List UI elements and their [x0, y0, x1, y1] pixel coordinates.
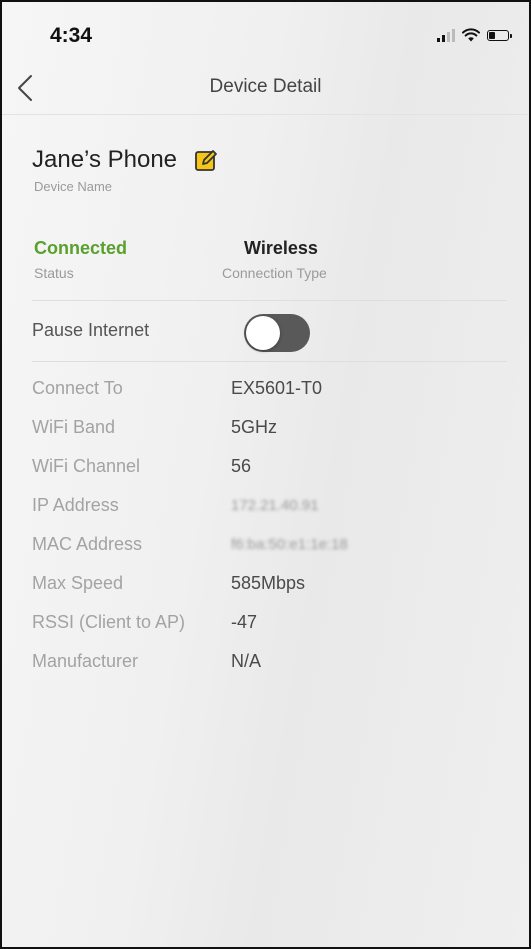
status-label: Status [34, 265, 74, 281]
detail-row-max-speed: Max Speed 585Mbps [32, 571, 507, 610]
detail-label: Manufacturer [32, 651, 139, 671]
detail-row-mac-address: MAC Address f6:ba:50:e1:1e:18 [32, 532, 507, 571]
status-time: 4:34 [50, 24, 93, 47]
edit-icon[interactable] [195, 148, 219, 172]
detail-value: -47 [231, 612, 258, 632]
battery-icon [487, 29, 512, 41]
connection-type-label: Connection Type [222, 265, 327, 281]
detail-row-manufacturer: Manufacturer N/A [32, 649, 507, 688]
status-block: Connected Status [34, 238, 127, 281]
phone-screen: 4:34 Device Detail Jane’s Phone Device N… [0, 0, 531, 949]
detail-value: EX5601-T0 [231, 378, 323, 398]
pause-internet-label: Pause Internet [32, 320, 150, 340]
detail-row-wifi-channel: WiFi Channel 56 [32, 454, 507, 493]
detail-value: 585Mbps [231, 573, 306, 593]
detail-label: WiFi Band [32, 417, 116, 437]
detail-value: 5GHz [231, 417, 278, 437]
divider [32, 361, 507, 362]
detail-label: MAC Address [32, 534, 143, 554]
detail-value: N/A [231, 651, 262, 671]
status-bar: 4:34 [2, 2, 529, 64]
details-list: Connect To EX5601-T0 WiFi Band 5GHz WiFi… [32, 376, 507, 688]
toggle-knob [246, 316, 280, 350]
detail-value: 172.21.40.91 [231, 497, 319, 514]
device-name-label: Device Name [34, 179, 113, 194]
detail-value: 56 [231, 456, 252, 476]
detail-row-connect-to: Connect To EX5601-T0 [32, 376, 507, 415]
detail-row-wifi-band: WiFi Band 5GHz [32, 415, 507, 454]
pause-internet-toggle[interactable] [244, 314, 310, 352]
nav-bar: Device Detail [2, 64, 529, 115]
page-title: Device Detail [209, 76, 322, 97]
device-name: Jane’s Phone [32, 146, 178, 173]
detail-value: f6:ba:50:e1:1e:18 [231, 536, 348, 553]
pause-internet-row: Pause Internet [32, 314, 507, 354]
battery-level [489, 31, 495, 39]
connection-type-value: Wireless [244, 238, 318, 258]
detail-label: RSSI (Client to AP) [32, 612, 186, 632]
detail-label: Max Speed [32, 573, 124, 593]
wifi-icon [462, 28, 480, 42]
connection-type-block: Wireless Connection Type [222, 238, 327, 281]
divider [32, 300, 507, 301]
signal-icon [437, 28, 455, 42]
status-value: Connected [34, 238, 128, 258]
detail-label: IP Address [32, 495, 119, 515]
detail-row-ip-address: IP Address 172.21.40.91 [32, 493, 507, 532]
detail-row-rssi: RSSI (Client to AP) -47 [32, 610, 507, 649]
device-name-row: Jane’s Phone [32, 146, 219, 174]
status-icons [437, 26, 512, 44]
detail-label: Connect To [32, 378, 123, 398]
detail-label: WiFi Channel [32, 456, 141, 476]
